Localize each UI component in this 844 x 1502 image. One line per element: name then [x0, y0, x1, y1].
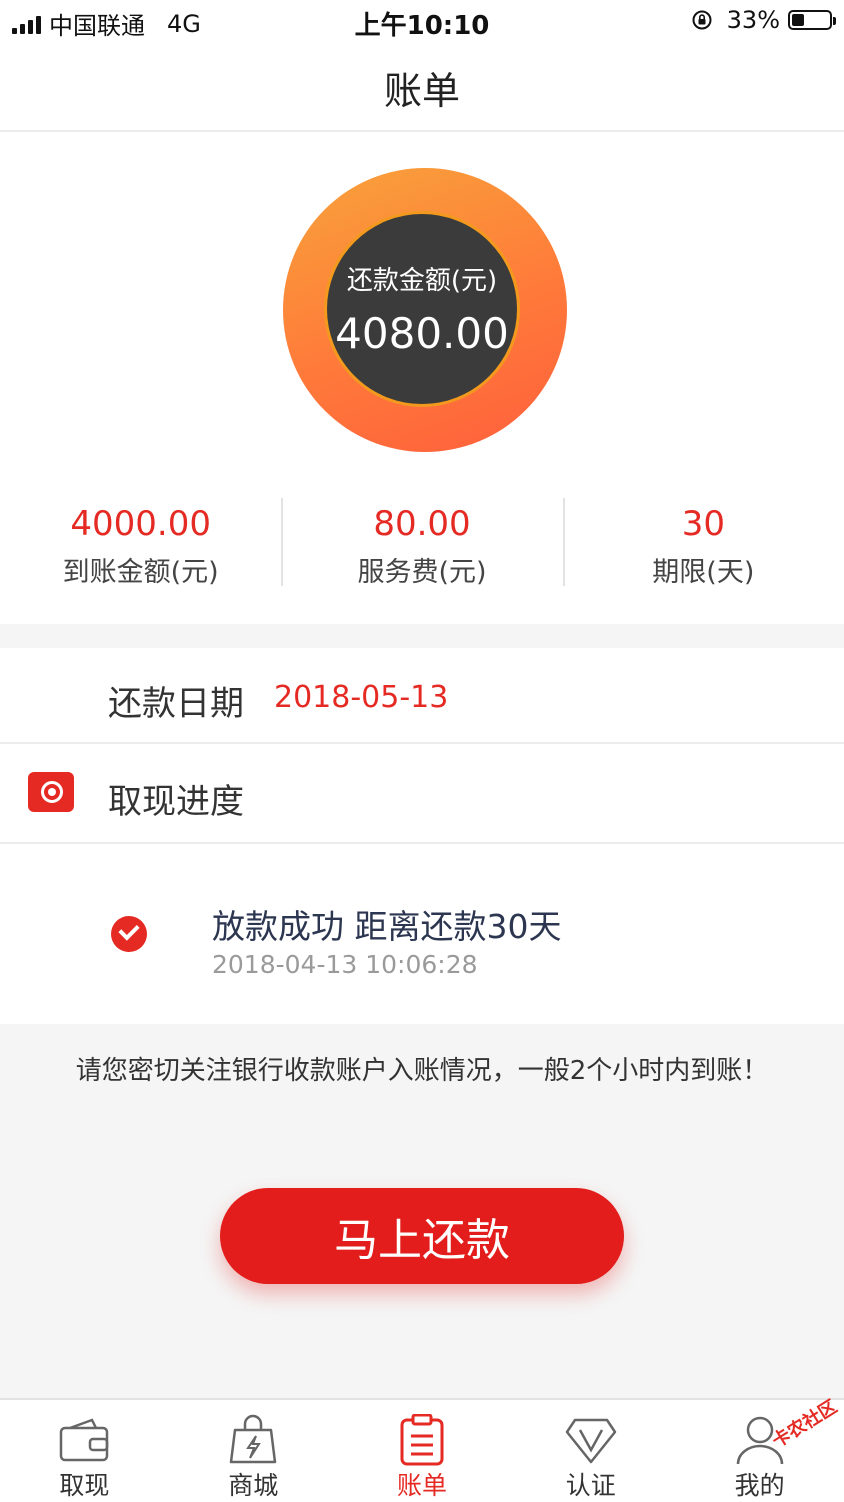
tab-label: 我的 [734, 1471, 785, 1500]
wallet-icon [60, 1418, 109, 1462]
tab-verify[interactable]: 认证 [506, 1400, 675, 1502]
arrival-notice: 请您密切关注银行收款账户入账情况，一般2个小时内到账！ [75, 1056, 769, 1086]
timeline-item-title: 放款成功 距离还款30天 [212, 907, 562, 946]
bill-summary: 还款金额(元) 4080.00 4000.00 到账金额(元) 80.00 服务… [0, 132, 844, 624]
stat-value: 30 [681, 504, 725, 544]
stat-term: 30 期限(天) [562, 494, 844, 590]
stat-label: 期限(天) [652, 557, 755, 588]
status-bar: 中国联通 4G 上午10:10 33% [0, 0, 844, 44]
tab-bar: 取现 商城 账单 认证 我的 [0, 1398, 844, 1502]
bill-stats: 4000.00 到账金额(元) 80.00 服务费(元) 30 期限(天) [0, 494, 844, 590]
stat-received-amount: 4000.00 到账金额(元) [0, 494, 281, 590]
tab-mall[interactable]: 商城 [169, 1400, 338, 1502]
withdraw-progress-label: 取现进度 [108, 782, 244, 822]
stat-value: 80.00 [373, 504, 471, 544]
repay-date-label: 还款日期 [108, 684, 244, 724]
repay-date-row: 还款日期 2018-05-13 [0, 648, 844, 744]
stat-value: 4000.00 [70, 504, 211, 544]
repay-date-value: 2018-05-13 [274, 680, 449, 715]
nav-bar: 账单 [0, 44, 844, 132]
repay-now-button[interactable]: 马上还款 [220, 1188, 624, 1284]
repay-amount-circle: 还款金额(元) 4080.00 [324, 211, 520, 407]
progress-timeline: 放款成功 距离还款30天 2018-04-13 10:06:28 [0, 844, 844, 1024]
repay-amount-label: 还款金额(元) [346, 266, 498, 296]
verify-v-icon [565, 1418, 617, 1464]
tab-withdraw[interactable]: 取现 [0, 1400, 169, 1502]
tab-bill[interactable]: 账单 [338, 1400, 507, 1502]
tab-label: 取现 [59, 1471, 110, 1500]
stat-service-fee: 80.00 服务费(元) [281, 494, 562, 590]
tab-label: 认证 [565, 1471, 616, 1500]
timeline-item-time: 2018-04-13 10:06:28 [212, 950, 478, 979]
check-circle-icon [111, 916, 147, 952]
shopping-bag-icon [229, 1414, 277, 1464]
stat-label: 到账金额(元) [62, 557, 219, 588]
withdraw-progress-row: 取现进度 [0, 744, 844, 844]
repay-amount-ring: 还款金额(元) 4080.00 [283, 168, 567, 452]
status-right: 33% [691, 6, 836, 34]
bill-icon [400, 1414, 444, 1466]
tab-label: 账单 [396, 1471, 447, 1500]
battery-percent: 33% [726, 6, 780, 34]
battery-icon [788, 10, 836, 30]
stat-label: 服务费(元) [357, 557, 487, 588]
repay-amount-value: 4080.00 [335, 309, 509, 358]
tab-label: 商城 [228, 1471, 279, 1500]
progress-icon [28, 772, 74, 812]
page-title: 账单 [383, 68, 460, 113]
rotation-lock-icon [692, 10, 712, 30]
